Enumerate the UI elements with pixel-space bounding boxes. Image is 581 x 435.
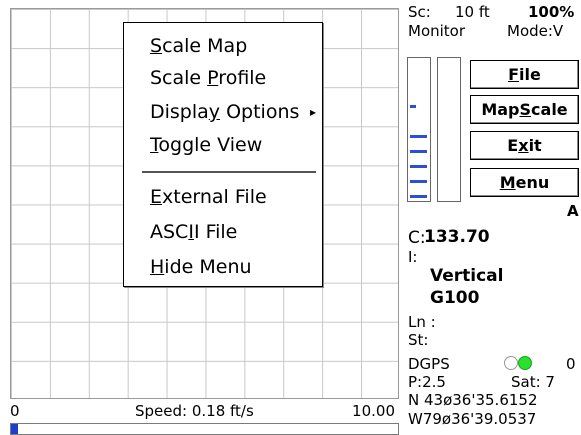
button-text: ile	[519, 65, 541, 84]
button-text: enu	[515, 173, 550, 192]
menu-item-text: ASC	[150, 221, 189, 243]
menu-item-external-file[interactable]: External File	[150, 182, 267, 212]
menu-item-text: I File	[193, 221, 238, 243]
st-label: St:	[408, 331, 429, 349]
menu-separator	[142, 171, 316, 173]
i-line2: G100	[430, 288, 480, 308]
menu-item-text: rofile	[218, 67, 267, 89]
monitor-label: Monitor	[408, 22, 466, 40]
gauge-left-marker	[410, 105, 416, 108]
menu-item-ascii-file[interactable]: ASCII File	[150, 217, 237, 247]
menu-mnemonic: E	[150, 186, 163, 208]
button-text: it	[528, 136, 542, 155]
sat-label: Sat: 7	[511, 373, 555, 391]
c-value: 133.70	[424, 227, 490, 247]
submenu-arrow-icon: ▸	[310, 105, 317, 119]
menu-item-toggle-view[interactable]: Toggle View	[150, 130, 262, 160]
menu-item-text: Scale	[150, 67, 208, 89]
scale-value: 10 ft	[455, 3, 490, 21]
percent-value: 100%	[528, 3, 575, 21]
ln-label: Ln :	[408, 313, 436, 331]
speed-label: Speed: 0.18 ft/s	[135, 402, 254, 420]
scale-label: Sc:	[408, 3, 431, 21]
i-line1: Vertical	[430, 266, 504, 286]
menu-mnemonic: y	[208, 101, 221, 123]
button-text: cale	[531, 100, 568, 119]
button-mnemonic: S	[519, 100, 532, 119]
mode-label: Mode:V	[507, 22, 564, 40]
menu-item-scale-profile[interactable]: Scale Profile	[150, 63, 266, 93]
gauge-right	[437, 57, 461, 202]
menu-item-scale-map[interactable]: Scale Map	[150, 31, 247, 61]
speed-bar	[10, 423, 399, 435]
menu-item-display-options[interactable]: Display Options	[150, 97, 299, 127]
menu-item-text: Options	[220, 101, 300, 123]
north-coordinate: N 43ø36'35.6152	[408, 391, 538, 409]
menu-item-hide-menu[interactable]: Hide Menu	[150, 252, 252, 282]
dgps-value: 0	[566, 355, 576, 373]
p-label: P:2.5	[408, 373, 446, 391]
button-mnemonic: M	[499, 173, 516, 192]
button-text: Map	[481, 100, 520, 119]
exit-button[interactable]: Exit	[470, 131, 579, 160]
menu-mnemonic: P	[207, 67, 219, 89]
speed-bar-fill	[11, 424, 18, 434]
menu-item-text: ide Menu	[164, 256, 252, 278]
menu-item-text: cale Map	[162, 35, 248, 57]
speed-readout: 0 Speed: 0.18 ft/s 10.00	[10, 400, 399, 422]
menu-button[interactable]: Menu	[470, 168, 579, 197]
west-coordinate: W79ø36'39.0537	[408, 410, 537, 428]
c-label: C:	[408, 228, 426, 248]
menu-item-text: oggle View	[158, 134, 263, 156]
i-label: I:	[408, 248, 418, 266]
mapscale-button[interactable]: MapScale	[470, 95, 579, 124]
gauge-left	[407, 57, 431, 202]
menu-mnemonic: S	[150, 35, 163, 57]
context-menu: Scale Map Scale Profile Display Options …	[123, 22, 323, 287]
menu-item-text: Displa	[150, 101, 209, 123]
status-dot-white-icon	[504, 356, 518, 370]
app-window: 0 Speed: 0.18 ft/s 10.00 Scale Map Scale…	[0, 0, 581, 435]
speed-min-label: 0	[10, 402, 20, 420]
button-mnemonic: F	[508, 65, 520, 84]
status-dot-green-icon	[518, 356, 532, 370]
button-mnemonic: x	[518, 136, 529, 155]
status-flag: A	[567, 202, 579, 220]
button-text: E	[507, 136, 519, 155]
dgps-label: DGPS	[408, 355, 450, 373]
menu-mnemonic: H	[150, 256, 165, 278]
file-button[interactable]: File	[470, 60, 579, 89]
speed-max-label: 10.00	[352, 402, 395, 420]
gauge-left-fill	[410, 134, 427, 199]
menu-item-text: xternal File	[162, 186, 267, 208]
